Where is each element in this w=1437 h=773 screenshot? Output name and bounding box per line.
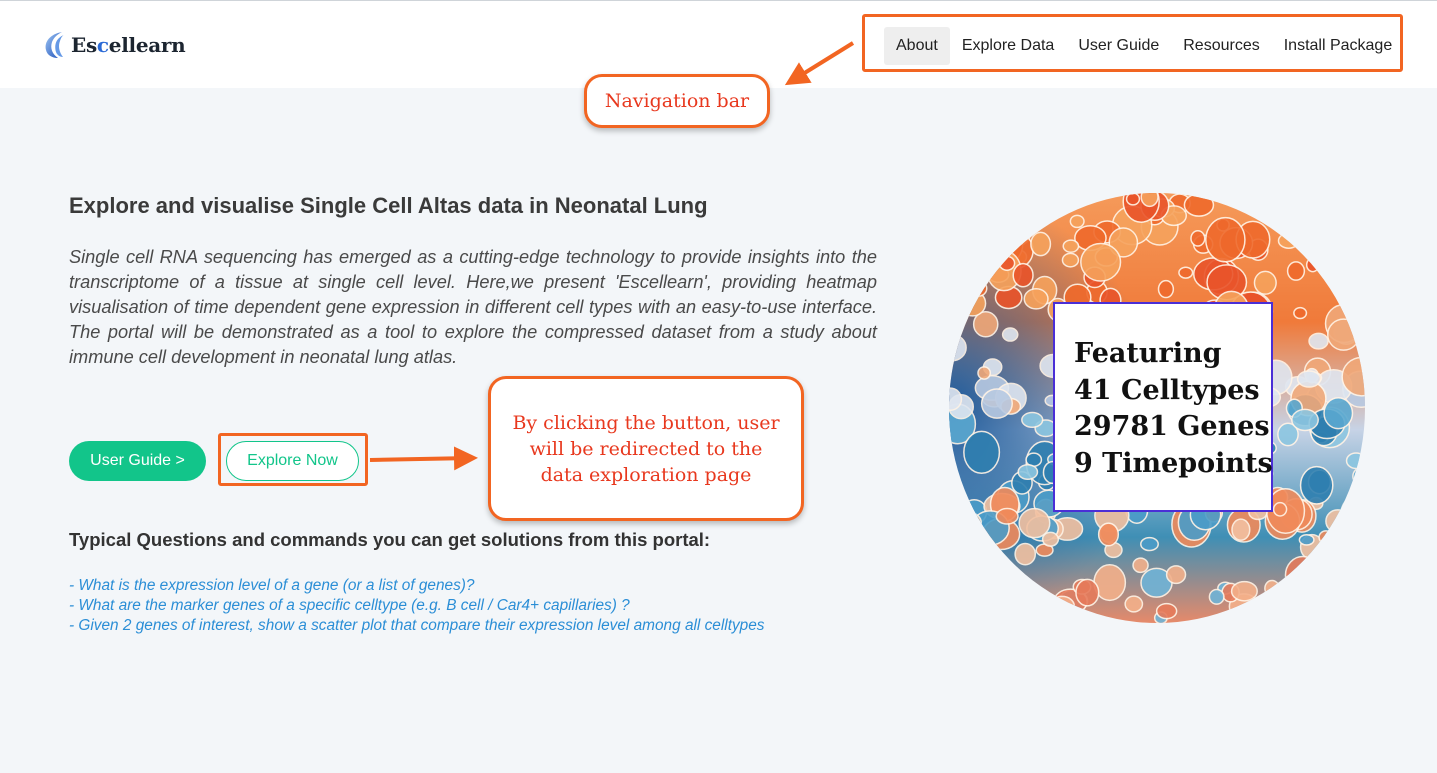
button-callout: By clicking the button, user will be red… [488,376,804,521]
explore-highlight-box [218,433,368,486]
questions-title: Typical Questions and commands you can g… [69,529,711,550]
feature-line: 29781 Genes [1074,411,1270,442]
logo-globe-icon [45,32,64,58]
question-item: - What is the expression level of a gene… [69,577,475,594]
feature-stats-box: Featuring 41 Celltypes 29781 Genes 9 Tim… [1053,302,1273,512]
logo[interactable]: Escellearn [44,30,186,60]
nav-callout: Navigation bar [584,74,770,128]
questions-list: - What is the expression level of a gene… [69,576,765,636]
question-item: - What are the marker genes of a specifi… [69,597,630,614]
user-guide-button[interactable]: User Guide > [69,441,206,481]
logo-text: Escellearn [71,33,186,57]
intro-paragraph: Single cell RNA sequencing has emerged a… [69,247,877,367]
feature-line: 9 Timepoints [1074,447,1273,479]
button-callout-arrow [369,446,478,471]
page-headline: Explore and visualise Single Cell Altas … [69,193,708,218]
question-item: - Given 2 genes of interest, show a scat… [69,617,765,634]
feature-line: 41 Celltypes [1074,374,1260,406]
nav-highlight-box [862,14,1403,72]
feature-line: Featuring [1074,338,1222,369]
